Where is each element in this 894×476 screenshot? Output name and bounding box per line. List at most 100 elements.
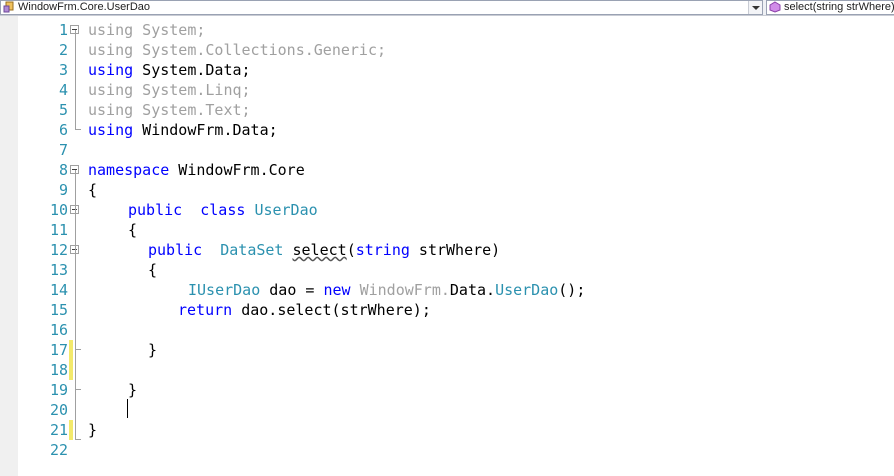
line-number: 3	[58, 61, 68, 79]
outline-guide	[75, 349, 81, 350]
line-number: 17	[49, 341, 68, 359]
code-text[interactable]: {	[128, 220, 137, 240]
code-line: 19}	[0, 380, 894, 400]
change-marker	[69, 340, 73, 360]
line-number: 1	[58, 21, 68, 39]
code-text[interactable]: using WindowFrm.Data;	[88, 120, 278, 140]
line-number: 8	[58, 161, 68, 179]
code-token: public	[128, 201, 183, 219]
line-number: 2	[58, 41, 68, 59]
line-number: 5	[58, 101, 68, 119]
code-token: using System.Text;	[88, 101, 251, 119]
line-number: 16	[49, 321, 68, 339]
code-line: 11 {	[0, 220, 894, 240]
code-token: dao.select(strWhere);	[232, 301, 431, 319]
code-text[interactable]: namespace WindowFrm.Core	[88, 160, 305, 180]
code-token: namespace	[88, 161, 170, 179]
code-line: 18	[0, 360, 894, 380]
code-text[interactable]: }	[128, 380, 137, 400]
code-token: using System.Linq;	[88, 81, 251, 99]
code-token: string	[355, 241, 410, 259]
code-token: DataSet	[220, 241, 284, 259]
member-dropdown-value: select(string strWhere)	[784, 1, 894, 13]
line-number: 6	[58, 121, 68, 139]
line-number: 13	[49, 261, 68, 279]
code-line: 3 using System.Data;	[0, 60, 894, 80]
code-line: 17}	[0, 340, 894, 360]
code-token: }	[148, 341, 158, 359]
code-line: 6 using WindowFrm.Data;	[0, 120, 894, 140]
code-line: 20	[0, 400, 894, 420]
line-number: 7	[58, 141, 68, 159]
code-line: 14 IUserDao dao = new WindowFrm.Data.User…	[0, 280, 894, 300]
code-token: strWhere)	[409, 241, 501, 259]
code-token: {	[148, 261, 158, 279]
code-token: IUserDao	[188, 281, 261, 299]
code-line: 13 {	[0, 260, 894, 280]
code-token: using System;	[88, 21, 206, 39]
change-marker	[69, 360, 73, 380]
code-token: {	[88, 181, 98, 199]
code-text[interactable]: using System.Linq;	[88, 80, 251, 100]
code-line: 21}	[0, 420, 894, 440]
code-text[interactable]: public DataSet select(string strWhere)	[148, 240, 500, 260]
code-text[interactable]: }	[148, 340, 157, 360]
outline-guide	[75, 30, 76, 130]
code-text[interactable]: public class UserDao	[128, 200, 318, 220]
code-text[interactable]: }	[88, 420, 97, 440]
line-number: 21	[49, 421, 68, 439]
code-line: 5 using System.Text;	[0, 100, 894, 120]
code-text[interactable]: using System.Data;	[88, 60, 251, 80]
code-token: using	[88, 121, 134, 139]
outline-guide	[75, 129, 81, 130]
chevron-down-icon[interactable]	[748, 1, 762, 14]
method-icon	[769, 1, 781, 13]
type-dropdown[interactable]: WindowFrm.Core.UserDao	[0, 0, 763, 15]
line-number: 11	[49, 221, 68, 239]
code-text[interactable]: {	[88, 180, 97, 200]
line-number: 14	[49, 281, 68, 299]
line-number: 12	[49, 241, 68, 259]
class-icon	[3, 1, 14, 13]
code-line: 8 namespace WindowFrm.Core	[0, 160, 894, 180]
code-line: 9{	[0, 180, 894, 200]
line-number: 4	[58, 81, 68, 99]
line-number: 20	[49, 401, 68, 419]
outline-guide	[75, 170, 76, 440]
code-text[interactable]: {	[148, 260, 157, 280]
code-line: 10 public class UserDao	[0, 200, 894, 220]
code-editor[interactable]: 1 using System; 2 using System.Collections…	[0, 16, 894, 476]
change-marker	[69, 420, 73, 440]
code-line: 4 using System.Linq;	[0, 80, 894, 100]
code-token: }	[88, 421, 98, 439]
code-text[interactable]: using System;	[88, 20, 205, 40]
code-token: using System.Collections.Generic;	[88, 41, 387, 59]
code-text[interactable]: IUserDao dao = new WindowFrm.Data.UserDa…	[188, 280, 585, 300]
code-token: class	[200, 201, 246, 219]
code-line: 1 using System;	[0, 20, 894, 40]
code-text[interactable]: using System.Collections.Generic;	[88, 40, 386, 60]
code-token: {	[128, 221, 138, 239]
outline-guide	[75, 439, 81, 440]
code-token: WindowFrm.	[359, 281, 450, 299]
code-token: System.Data;	[133, 61, 251, 79]
code-token: public	[148, 241, 203, 259]
line-number: 9	[58, 181, 68, 199]
code-line: 22	[0, 440, 894, 460]
code-line: 16	[0, 320, 894, 340]
code-token: WindowFrm.Core	[169, 161, 305, 179]
outline-guide	[75, 389, 81, 390]
code-token: UserDao	[495, 281, 559, 299]
line-number: 22	[49, 441, 68, 459]
code-token: WindowFrm.Data;	[133, 121, 278, 139]
code-text[interactable]: using System.Text;	[88, 100, 251, 120]
code-token: new	[323, 281, 351, 299]
member-dropdown[interactable]: select(string strWhere)	[766, 0, 894, 15]
code-token: ();	[558, 281, 586, 299]
code-text[interactable]: return dao.select(strWhere);	[178, 300, 431, 320]
line-number: 15	[49, 301, 68, 319]
